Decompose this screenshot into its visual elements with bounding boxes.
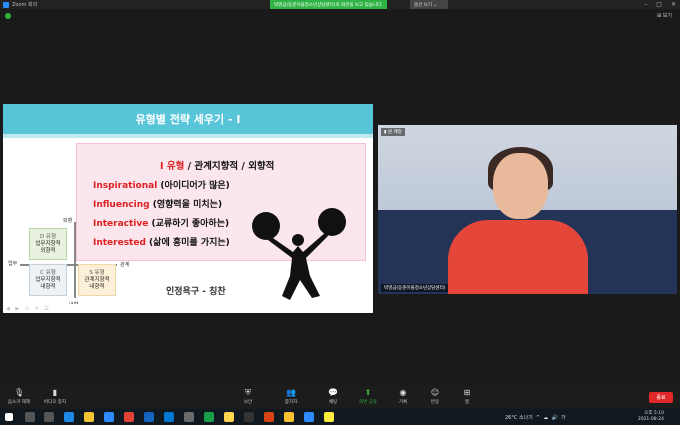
outlook-icon[interactable]	[104, 412, 114, 422]
window-controls: – □ ✕	[644, 0, 676, 9]
record-icon: ◉	[399, 388, 407, 397]
app-icon-6[interactable]	[284, 412, 294, 422]
participant-video[interactable]: ▮ 원 계정 박영금(동준어울청소년상담센터)	[378, 125, 677, 294]
meeting-toolbar: 🎙 음소거 해제 ▮ 비디오 중지 ⛨ 보안 👥 참가자 💬 채팅 ⬆ 화면 공유 ◉ 기록 …	[0, 386, 680, 408]
weather-widget[interactable]: 26°C 소나기 ^ ☁ 🔊 가	[505, 414, 566, 421]
type-line-red: I 유형	[160, 161, 185, 172]
security-button[interactable]: ⛨ 보안	[233, 388, 263, 405]
slide-title: 유형별 전략 세우기 - I	[3, 104, 373, 138]
zoom-logo-icon	[3, 1, 9, 8]
line-4: Interested (삶에 흥미를 가지는)	[93, 238, 230, 248]
video-icon: ▮	[52, 388, 58, 397]
quadrant-s: S 유형 관계지향적 내향적	[78, 264, 116, 296]
mute-button[interactable]: 🎙 음소거 해제	[4, 388, 34, 405]
share-screen-icon: ⬆	[364, 388, 372, 397]
vertical-axis	[74, 222, 76, 298]
view-button[interactable]: ⊞ 보기	[657, 12, 672, 19]
participant-face	[493, 153, 548, 219]
end-meeting-button[interactable]: 종료	[649, 392, 673, 403]
app-icon-4[interactable]	[244, 412, 254, 422]
video-tag: ▮ 원 계정	[381, 128, 405, 136]
stop-video-button[interactable]: ▮ 비디오 중지	[40, 388, 70, 405]
shield-icon: ⛨	[245, 388, 251, 397]
axis-label-top: 외향	[63, 218, 73, 224]
type-line-rest: / 관계지향적 / 외향적	[184, 161, 275, 172]
share-banner: 박영금(동준어울청소년상담센터)의 화면을 보고 있습니다. 옵션 보기 ⌄	[270, 0, 448, 9]
zoom-taskbar-icon[interactable]	[304, 412, 314, 422]
encryption-shield-icon[interactable]	[5, 13, 11, 19]
view-options-button[interactable]: 옵션 보기 ⌄	[410, 0, 448, 9]
app-icon-1[interactable]	[144, 412, 154, 422]
window-title: Zoom 회의	[12, 2, 38, 8]
app-icon-2[interactable]	[184, 412, 194, 422]
quadrant-d: D 유형 업무지향적 외향적	[29, 228, 67, 260]
participants-button[interactable]: 👥 참가자	[276, 388, 306, 405]
apps-icon: ⊞	[463, 388, 471, 397]
line-2: Influencing (영향력을 미치는)	[93, 200, 223, 210]
participant-body	[448, 220, 588, 294]
apps-button[interactable]: ⊞ 앱	[452, 388, 482, 405]
type-line: I 유형 / 관계지향적 / 외향적	[160, 158, 274, 172]
maximize-icon[interactable]: □	[656, 1, 662, 8]
mic-off-icon: 🎙	[14, 388, 25, 397]
minimize-icon[interactable]: –	[644, 1, 647, 8]
record-button[interactable]: ◉ 기록	[388, 388, 418, 405]
axis-label-left: 업무	[8, 261, 18, 267]
chat-icon: 💬	[328, 388, 338, 397]
participants-icon: 👥	[286, 388, 296, 397]
cheerleader-icon	[252, 208, 346, 300]
app-icon-3[interactable]	[224, 412, 234, 422]
edge-icon[interactable]	[64, 412, 74, 422]
line-1: Inspirational (아이디어가 많은)	[93, 181, 230, 191]
participant-name: 박영금(동준어울청소년상담센터)	[381, 284, 449, 292]
recognition-text: 인정욕구 - 칭찬	[166, 287, 226, 297]
share-screen-button[interactable]: ⬆ 화면 공유	[353, 388, 383, 405]
reaction-icon: ☺	[430, 388, 440, 397]
axis-label-right: 관계	[120, 262, 130, 268]
line-3: Interactive (교류하기 좋아하는)	[93, 219, 230, 229]
share-banner-text: 박영금(동준어울청소년상담센터)의 화면을 보고 있습니다.	[274, 2, 383, 8]
windows-taskbar: 26°C 소나기 ^ ☁ 🔊 가 오후 5:10 2021-08-24	[0, 409, 680, 425]
close-icon[interactable]: ✕	[671, 1, 676, 8]
store-icon[interactable]	[164, 412, 174, 422]
chrome-icon[interactable]	[124, 412, 134, 422]
quadrant-c: C 유형 업무지향적 내향적	[29, 264, 67, 296]
chat-button[interactable]: 💬 채팅	[318, 388, 348, 405]
ime-indicator: 가	[560, 415, 566, 421]
task-view-icon[interactable]	[44, 412, 54, 422]
search-icon[interactable]	[25, 412, 35, 422]
app-icon-5[interactable]	[264, 412, 274, 422]
kakaotalk-icon[interactable]	[324, 412, 334, 422]
file-explorer-icon[interactable]	[84, 412, 94, 422]
excel-icon[interactable]	[204, 412, 214, 422]
reactions-button[interactable]: ☺ 반응	[420, 388, 450, 405]
slide-controls: ◀ ▶ ⊙ ✎ ☰	[3, 304, 373, 313]
shared-slide: 유형별 전략 세우기 - I I 유형 / 관계지향적 / 외향적 Inspir…	[3, 104, 373, 313]
slide-nav-icons[interactable]: ◀ ▶ ⊙ ✎ ☰	[6, 306, 51, 312]
start-icon[interactable]	[5, 413, 13, 421]
clock[interactable]: 오후 5:10 2021-08-24	[638, 411, 664, 423]
